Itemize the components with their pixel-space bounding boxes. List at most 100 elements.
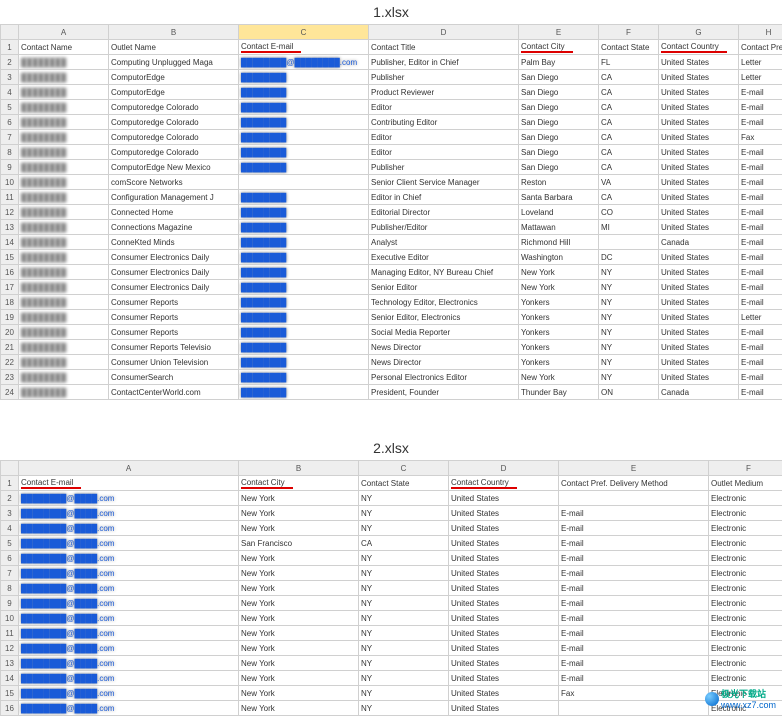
row-number[interactable]: 13 <box>1 656 19 671</box>
cell-country[interactable]: Canada <box>659 385 739 400</box>
cell-pref[interactable]: E-mail <box>559 551 709 566</box>
column-letter[interactable]: D <box>449 461 559 476</box>
cell-state[interactable]: CA <box>599 190 659 205</box>
cell-email[interactable]: ████████@████.com <box>19 551 239 566</box>
cell-email[interactable]: ████████ <box>239 85 369 100</box>
column-letter[interactable]: H <box>739 25 782 40</box>
cell-country[interactable]: United States <box>449 671 559 686</box>
cell-email[interactable]: ████████ <box>239 130 369 145</box>
cell-country[interactable]: United States <box>659 70 739 85</box>
cell-pref[interactable]: E-mail <box>739 100 782 115</box>
cell-email[interactable]: ████████ <box>239 70 369 85</box>
cell-country[interactable]: United States <box>659 280 739 295</box>
cell-state[interactable]: CA <box>359 536 449 551</box>
row-number[interactable]: 9 <box>1 596 19 611</box>
cell-name[interactable]: ████████ <box>19 385 109 400</box>
cell-city[interactable]: Yonkers <box>519 355 599 370</box>
cell-outlet[interactable]: Consumer Electronics Daily <box>109 265 239 280</box>
cell-state[interactable]: NY <box>359 551 449 566</box>
row-number[interactable]: 22 <box>1 355 19 370</box>
cell-state[interactable]: NY <box>359 521 449 536</box>
row-number[interactable]: 3 <box>1 506 19 521</box>
cell-name[interactable]: ████████ <box>19 295 109 310</box>
cell-title[interactable]: Editorial Director <box>369 205 519 220</box>
cell-title[interactable]: News Director <box>369 340 519 355</box>
cell-title[interactable]: Editor in Chief <box>369 190 519 205</box>
cell-title[interactable]: Publisher <box>369 160 519 175</box>
cell-city[interactable]: New York <box>519 370 599 385</box>
cell-outlet[interactable]: ComputorEdge <box>109 85 239 100</box>
cell-country[interactable]: United States <box>659 370 739 385</box>
cell-state[interactable]: ON <box>599 385 659 400</box>
cell-country[interactable]: United States <box>659 55 739 70</box>
cell-name[interactable]: ████████ <box>19 115 109 130</box>
cell-email[interactable]: ████████ <box>239 160 369 175</box>
cell-city[interactable]: New York <box>239 656 359 671</box>
cell-name[interactable]: ████████ <box>19 280 109 295</box>
cell-pref[interactable]: Letter <box>739 55 782 70</box>
cell-pref[interactable]: E-mail <box>739 175 782 190</box>
cell-country[interactable]: United States <box>449 491 559 506</box>
cell-pref[interactable]: E-mail <box>559 581 709 596</box>
cell-pref[interactable]: E-mail <box>559 641 709 656</box>
cell-medium[interactable]: Electronic <box>709 566 782 581</box>
cell-city[interactable]: San Diego <box>519 70 599 85</box>
row-number[interactable]: 17 <box>1 280 19 295</box>
row-number[interactable]: 19 <box>1 310 19 325</box>
column-letter[interactable]: A <box>19 461 239 476</box>
cell-city[interactable]: New York <box>239 626 359 641</box>
cell-email[interactable]: ████████@████.com <box>19 596 239 611</box>
cell-pref[interactable]: E-mail <box>559 596 709 611</box>
cell-name[interactable]: ████████ <box>19 310 109 325</box>
row-number[interactable]: 16 <box>1 265 19 280</box>
cell-outlet[interactable]: Computing Unplugged Maga <box>109 55 239 70</box>
row-number[interactable]: 1 <box>1 40 19 55</box>
cell-outlet[interactable]: Computoredge Colorado <box>109 115 239 130</box>
row-number[interactable]: 3 <box>1 70 19 85</box>
cell-email[interactable]: ████████ <box>239 190 369 205</box>
cell-email[interactable]: ████████@████.com <box>19 536 239 551</box>
cell-title[interactable]: Social Media Reporter <box>369 325 519 340</box>
cell-pref[interactable]: E-mail <box>739 220 782 235</box>
cell-title[interactable]: Publisher/Editor <box>369 220 519 235</box>
header-cell[interactable]: Contact E-mail <box>19 476 239 491</box>
cell-medium[interactable]: Electronic <box>709 491 782 506</box>
cell-email[interactable]: ████████@████.com <box>19 491 239 506</box>
row-number[interactable]: 2 <box>1 491 19 506</box>
cell-pref[interactable] <box>559 701 709 716</box>
cell-city[interactable]: Loveland <box>519 205 599 220</box>
cell-state[interactable]: NY <box>599 280 659 295</box>
row-number[interactable]: 15 <box>1 250 19 265</box>
cell-pref[interactable]: E-mail <box>739 250 782 265</box>
cell-email[interactable]: ████████@████.com <box>19 581 239 596</box>
cell-country[interactable]: United States <box>449 506 559 521</box>
row-number[interactable]: 9 <box>1 160 19 175</box>
cell-pref[interactable]: E-mail <box>739 370 782 385</box>
row-number[interactable]: 13 <box>1 220 19 235</box>
cell-pref[interactable]: Letter <box>739 70 782 85</box>
cell-state[interactable]: NY <box>599 265 659 280</box>
cell-pref[interactable]: E-mail <box>559 506 709 521</box>
corner-cell[interactable] <box>1 461 19 476</box>
cell-pref[interactable]: E-mail <box>739 340 782 355</box>
cell-city[interactable]: New York <box>239 671 359 686</box>
cell-name[interactable]: ████████ <box>19 70 109 85</box>
cell-outlet[interactable]: Consumer Reports <box>109 310 239 325</box>
cell-email[interactable]: ████████ <box>239 385 369 400</box>
row-number[interactable]: 20 <box>1 325 19 340</box>
cell-email[interactable]: ████████@████.com <box>19 521 239 536</box>
cell-country[interactable]: United States <box>659 85 739 100</box>
cell-country[interactable]: United States <box>449 566 559 581</box>
cell-medium[interactable]: Electronic <box>709 506 782 521</box>
header-cell[interactable]: Contact Country <box>659 40 739 55</box>
cell-country[interactable]: United States <box>659 340 739 355</box>
cell-outlet[interactable]: ConneKted Minds <box>109 235 239 250</box>
column-letter[interactable]: D <box>369 25 519 40</box>
cell-country[interactable]: United States <box>659 325 739 340</box>
cell-title[interactable]: Senior Editor, Electronics <box>369 310 519 325</box>
cell-email[interactable]: ████████@████.com <box>19 506 239 521</box>
cell-country[interactable]: United States <box>449 656 559 671</box>
cell-outlet[interactable]: ContactCenterWorld.com <box>109 385 239 400</box>
cell-medium[interactable]: Electronic <box>709 551 782 566</box>
cell-city[interactable]: New York <box>239 701 359 716</box>
